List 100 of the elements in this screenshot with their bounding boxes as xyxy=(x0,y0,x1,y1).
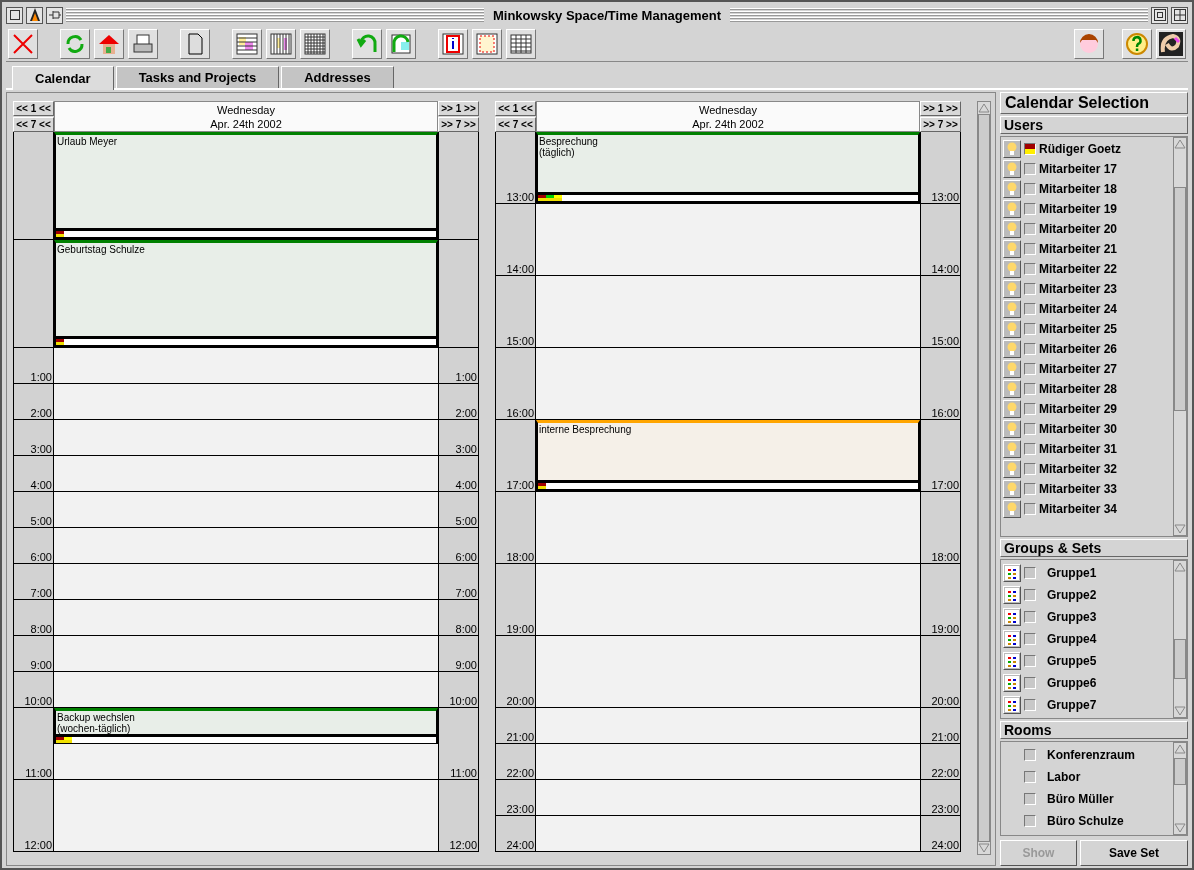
checkbox[interactable] xyxy=(1024,282,1036,295)
list-item[interactable]: Mitarbeiter 22 xyxy=(1003,258,1171,279)
toggle-button[interactable] xyxy=(1003,379,1021,398)
toggle-button[interactable] xyxy=(1003,359,1021,378)
hour-slot[interactable] xyxy=(54,420,438,456)
list-item[interactable]: Mitarbeiter 31 xyxy=(1003,438,1171,459)
hour-slot[interactable] xyxy=(54,564,438,600)
list-item[interactable]: Mitarbeiter 23 xyxy=(1003,278,1171,299)
checkbox[interactable] xyxy=(1024,422,1036,435)
toggle-button[interactable] xyxy=(1003,219,1021,238)
hour-slot[interactable] xyxy=(54,636,438,672)
toggle-button[interactable] xyxy=(1003,399,1021,418)
list-item[interactable]: Gruppe4 xyxy=(1003,628,1171,650)
up-arrow-icon[interactable] xyxy=(1174,137,1186,150)
down-arrow-icon[interactable] xyxy=(1174,523,1186,535)
down-arrow-icon[interactable] xyxy=(1174,822,1186,834)
checkbox[interactable] xyxy=(1024,302,1036,315)
up-arrow-icon[interactable] xyxy=(1174,743,1186,756)
checkbox[interactable] xyxy=(1024,162,1036,175)
list-item[interactable]: Büro Müller xyxy=(1003,788,1171,811)
list-item[interactable]: Labor xyxy=(1003,766,1171,789)
checkbox[interactable] xyxy=(1024,362,1036,375)
checkbox[interactable] xyxy=(1024,655,1036,667)
next-nav-button[interactable]: >> 7 >> xyxy=(920,117,961,132)
down-arrow-icon[interactable] xyxy=(978,842,990,854)
next-nav-button[interactable]: >> 1 >> xyxy=(920,101,961,116)
event-card[interactable]: interne Besprechung xyxy=(536,420,920,491)
toggle-button[interactable] xyxy=(1003,419,1021,438)
window-menu-button[interactable] xyxy=(6,6,23,24)
list-item[interactable]: Gruppe1 xyxy=(1003,562,1171,584)
toggle-button[interactable] xyxy=(1003,279,1021,298)
toolbar-button[interactable] xyxy=(1156,28,1186,59)
pin-button[interactable] xyxy=(46,6,63,24)
previous-nav-button[interactable]: << 7 << xyxy=(13,117,54,132)
up-arrow-icon[interactable] xyxy=(978,102,990,114)
hour-slot[interactable] xyxy=(536,816,920,852)
checkbox[interactable] xyxy=(1024,589,1036,601)
toggle-button[interactable] xyxy=(1003,179,1021,198)
checkbox[interactable] xyxy=(1024,677,1036,689)
app-logo-button[interactable] xyxy=(26,6,43,24)
list-item[interactable]: Gruppe3 xyxy=(1003,606,1171,628)
list-item[interactable]: Mitarbeiter 19 xyxy=(1003,198,1171,219)
list-item[interactable]: Mitarbeiter 32 xyxy=(1003,458,1171,479)
list-item[interactable]: Mitarbeiter 21 xyxy=(1003,238,1171,259)
down-arrow-icon[interactable] xyxy=(1174,705,1186,718)
toggle-button[interactable] xyxy=(1003,479,1021,498)
list-item[interactable]: Mitarbeiter 27 xyxy=(1003,358,1171,379)
checkbox[interactable] xyxy=(1024,793,1036,806)
maximize-button[interactable] xyxy=(1151,6,1168,24)
checkbox[interactable] xyxy=(1024,611,1036,623)
previous-nav-button[interactable]: << 1 << xyxy=(13,101,54,116)
event-card[interactable]: Besprechung (täglich) xyxy=(536,132,920,203)
checkbox[interactable] xyxy=(1024,342,1036,355)
tab[interactable]: Addresses xyxy=(281,66,394,88)
list-item[interactable]: Gruppe6 xyxy=(1003,672,1171,694)
list-item[interactable]: Mitarbeiter 26 xyxy=(1003,338,1171,359)
hour-slot[interactable] xyxy=(536,744,920,780)
next-nav-button[interactable]: >> 7 >> xyxy=(438,117,479,132)
tab[interactable]: Tasks and Projects xyxy=(115,66,280,88)
list-item[interactable]: Mitarbeiter 17 xyxy=(1003,158,1171,179)
list-item[interactable]: Mitarbeiter 25 xyxy=(1003,318,1171,339)
toggle-button[interactable] xyxy=(1003,608,1021,626)
previous-nav-button[interactable]: << 1 << xyxy=(495,101,536,116)
event-card[interactable]: Backup wechslen (wochen-täglich) xyxy=(54,708,438,745)
tab[interactable]: Calendar xyxy=(12,66,114,90)
toggle-button[interactable] xyxy=(1003,586,1021,604)
up-arrow-icon[interactable] xyxy=(1174,561,1186,573)
list-item[interactable]: Rüdiger Goetz xyxy=(1003,138,1171,159)
checkbox[interactable] xyxy=(1024,502,1036,515)
checkbox[interactable] xyxy=(1024,402,1036,415)
list-item[interactable]: Mitarbeiter 33 xyxy=(1003,478,1171,499)
toggle-button[interactable] xyxy=(1003,696,1021,714)
checkbox[interactable] xyxy=(1024,482,1036,495)
list-item[interactable]: Mitarbeiter 30 xyxy=(1003,418,1171,439)
hour-slot[interactable] xyxy=(54,744,438,780)
toggle-button[interactable] xyxy=(1003,564,1021,582)
list-item[interactable]: Gruppe2 xyxy=(1003,584,1171,606)
list-item[interactable]: Konferenzraum xyxy=(1003,744,1171,767)
checkbox[interactable] xyxy=(1024,699,1036,711)
list-item[interactable]: Gruppe5 xyxy=(1003,650,1171,672)
checkbox[interactable] xyxy=(1024,442,1036,455)
list-item[interactable]: Mitarbeiter 29 xyxy=(1003,398,1171,419)
checkbox[interactable] xyxy=(1024,142,1036,155)
checkbox[interactable] xyxy=(1024,382,1036,395)
hour-slot[interactable] xyxy=(54,492,438,528)
title-bar-stripes[interactable] xyxy=(66,8,484,22)
hour-slot[interactable] xyxy=(54,528,438,564)
hour-slot[interactable] xyxy=(54,672,438,708)
toggle-button[interactable] xyxy=(1003,339,1021,358)
hour-slot[interactable] xyxy=(536,708,920,744)
list-item[interactable]: Mitarbeiter 20 xyxy=(1003,218,1171,239)
checkbox[interactable] xyxy=(1024,771,1036,784)
checkbox[interactable] xyxy=(1024,242,1036,255)
list-item[interactable]: Mitarbeiter 18 xyxy=(1003,178,1171,199)
checkbox[interactable] xyxy=(1024,815,1036,828)
checkbox[interactable] xyxy=(1024,262,1036,275)
event-card[interactable]: Urlaub Meyer xyxy=(54,132,438,239)
list-item[interactable]: Mitarbeiter 34 xyxy=(1003,498,1171,519)
hour-slot[interactable] xyxy=(536,780,920,816)
toggle-button[interactable] xyxy=(1003,159,1021,178)
